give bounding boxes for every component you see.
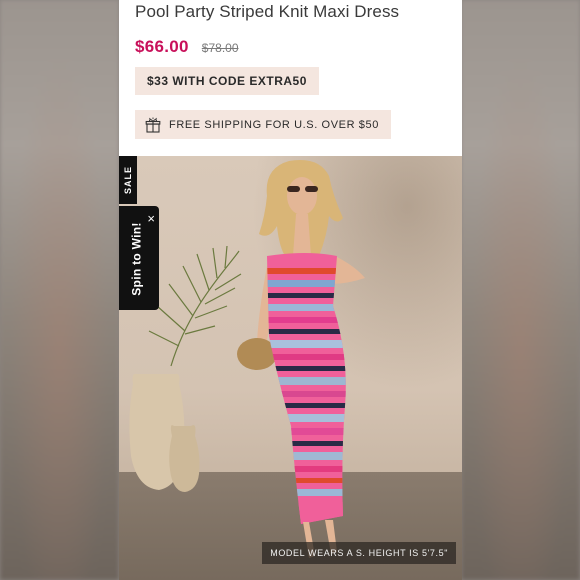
original-price: $78.00: [201, 41, 239, 55]
promo-code-badge: $33 WITH CODE EXTRA50: [135, 67, 319, 95]
product-panel: Pool Party Striped Knit Maxi Dress $66.0…: [119, 0, 462, 580]
model-illustration: [237, 160, 365, 558]
sale-badge: SALE: [119, 156, 137, 204]
sale-badge-label: SALE: [123, 165, 134, 195]
palm-leaf-illustration: [148, 245, 242, 367]
background-blur-right: [461, 0, 580, 580]
free-shipping-text: FREE SHIPPING FOR U.S. OVER $50: [169, 118, 379, 131]
spin-to-win-label: Spin to Win!: [130, 222, 145, 296]
spin-to-win-label-wrap: Spin to Win!: [125, 214, 149, 304]
free-shipping-banner[interactable]: FREE SHIPPING FOR U.S. OVER $50: [135, 110, 391, 139]
spin-to-win-tab[interactable]: Spin to Win! ×: [119, 206, 159, 310]
gift-icon: [145, 117, 161, 133]
product-title: Pool Party Striped Knit Maxi Dress: [135, 2, 400, 21]
model-size-caption: MODEL WEARS A S. HEIGHT IS 5'7.5": [262, 542, 456, 564]
sale-price: $66.00: [135, 37, 189, 56]
product-photo-illustration: [129, 160, 365, 558]
product-hero-image[interactable]: SALE Spin to Win! × MODEL WEARS A S. HEI…: [119, 156, 462, 580]
vase-illustration: [129, 373, 200, 492]
background-blur-left: [0, 0, 119, 580]
price-row: $66.00 $78.00: [135, 37, 239, 57]
close-icon[interactable]: ×: [147, 212, 155, 225]
